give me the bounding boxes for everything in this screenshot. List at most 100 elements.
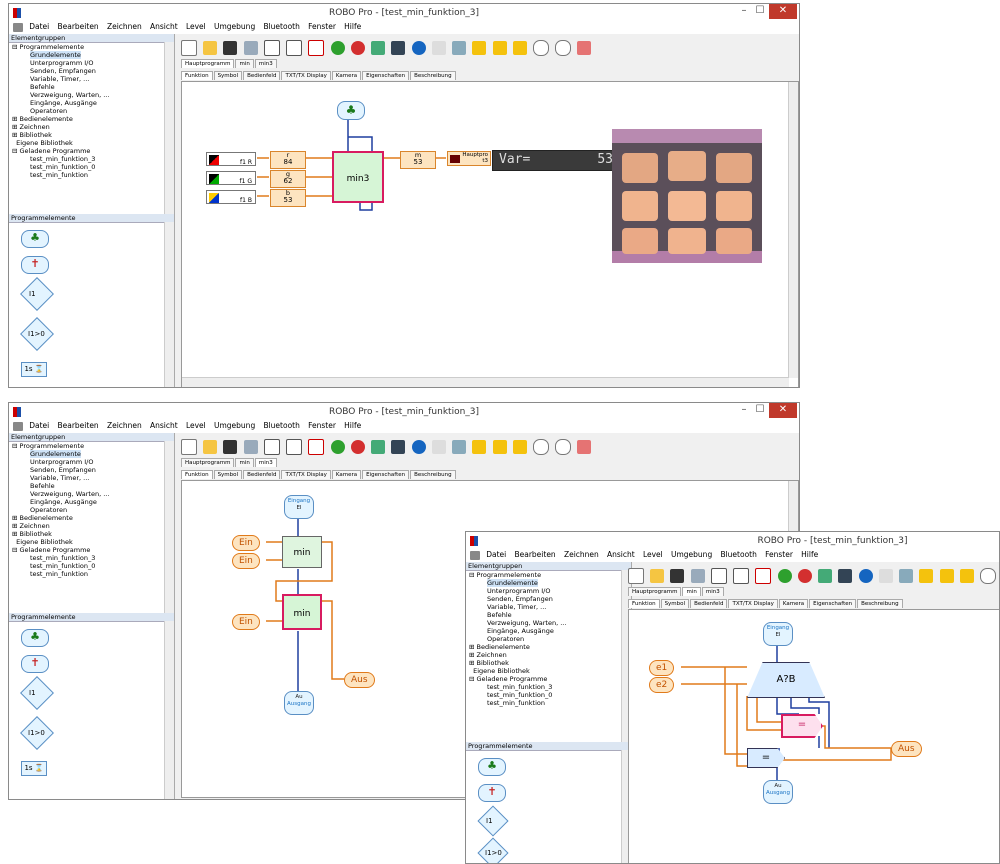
menu-bluetooth[interactable]: Bluetooth — [720, 550, 756, 559]
branch-element[interactable] — [477, 805, 509, 837]
tab-symbol[interactable]: Symbol — [213, 71, 243, 80]
stop-element[interactable]: ✝ — [478, 784, 506, 802]
tree-item[interactable]: ⊞ Zeichnen — [469, 651, 631, 659]
pause-icon[interactable] — [492, 41, 507, 55]
tree-item[interactable]: Befehle — [469, 611, 631, 619]
menu-umgebung[interactable]: Umgebung — [214, 22, 255, 31]
play-icon[interactable] — [472, 41, 487, 55]
delete-sub-icon[interactable] — [755, 568, 772, 584]
branch-element[interactable] — [20, 676, 54, 710]
bluetooth-icon[interactable] — [411, 41, 426, 55]
tab-funktion[interactable]: Funktion — [628, 599, 660, 608]
menu-bearbeiten[interactable]: Bearbeiten — [514, 550, 555, 559]
tree-item[interactable]: Eigene Bibliothek — [12, 538, 174, 546]
tree-item[interactable]: Operatoren — [12, 107, 174, 115]
tree-item[interactable]: Operatoren — [12, 506, 174, 514]
start-element[interactable]: ♣ — [478, 758, 506, 776]
tab-display[interactable]: TXT/TX Display — [281, 71, 331, 80]
sub-program-icon[interactable] — [263, 40, 280, 56]
tree-scrollbar[interactable] — [164, 42, 174, 214]
tree-item[interactable]: test_min_funktion — [12, 570, 174, 578]
tree-scrollbar[interactable] — [164, 441, 174, 613]
tab-funktion[interactable]: Funktion — [181, 470, 213, 479]
tab-beschreibung[interactable]: Beschreibung — [410, 71, 456, 80]
tab-symbol[interactable]: Symbol — [660, 599, 690, 608]
tree-item[interactable]: Operatoren — [469, 635, 631, 643]
tree-item[interactable]: Eingänge, Ausgänge — [12, 99, 174, 107]
tree-item[interactable]: Senden, Empfangen — [12, 466, 174, 474]
zoom-in-icon[interactable] — [532, 40, 549, 56]
equals-block[interactable]: = — [747, 748, 785, 768]
sub-program-icon[interactable] — [263, 439, 280, 455]
tree-item[interactable]: test_min_funktion — [12, 171, 174, 179]
zoom-in-icon[interactable] — [979, 568, 996, 584]
panel-icon[interactable] — [899, 569, 914, 583]
tab-min3[interactable]: min3 — [254, 59, 277, 68]
close-button[interactable]: ✕ — [769, 403, 797, 418]
zoom-out-icon[interactable] — [555, 40, 572, 56]
tree-item[interactable]: Eingänge, Ausgänge — [469, 627, 631, 635]
new-icon[interactable] — [181, 40, 197, 56]
save-icon[interactable] — [223, 440, 238, 454]
zoom-out-icon[interactable] — [555, 439, 572, 455]
tree-item[interactable]: ⊞ Zeichnen — [12, 123, 174, 131]
tree-item[interactable]: ⊟ Geladene Programme — [12, 546, 174, 554]
bluetooth-icon[interactable] — [858, 569, 873, 583]
com-usb-icon[interactable] — [878, 569, 893, 583]
zoom-in-icon[interactable] — [532, 439, 549, 455]
open-icon[interactable] — [203, 440, 218, 454]
com-usb-icon[interactable] — [431, 440, 446, 454]
tree-item[interactable]: ⊞ Bibliothek — [12, 131, 174, 139]
copy-sub-icon[interactable] — [733, 568, 750, 584]
tree-item[interactable]: Eigene Bibliothek — [12, 139, 174, 147]
tab-hauptprogramm[interactable]: Hauptprogramm — [628, 587, 682, 596]
tree-item[interactable]: Variable, Timer, ... — [12, 474, 174, 482]
tree-item[interactable]: test_min_funktion — [469, 699, 631, 707]
tree-item[interactable]: Unterprogramm I/O — [469, 587, 631, 595]
start-icon[interactable] — [330, 440, 345, 454]
minimize-button[interactable]: – — [737, 4, 751, 19]
delete-icon[interactable] — [577, 440, 592, 454]
tab-min3[interactable]: min3 — [254, 458, 277, 467]
camera-input-r[interactable]: f1 R — [206, 152, 256, 166]
menu-hilfe[interactable]: Hilfe — [344, 421, 361, 430]
menu-level[interactable]: Level — [186, 421, 206, 430]
ein-input-1[interactable]: Ein — [232, 535, 260, 551]
aus-output[interactable]: Aus — [891, 741, 922, 757]
sub-program-icon[interactable] — [710, 568, 727, 584]
maximize-button[interactable]: ☐ — [753, 4, 767, 19]
tab-funktion[interactable]: Funktion — [181, 71, 213, 80]
tab-bedienfeld[interactable]: Bedienfeld — [243, 71, 281, 80]
tree-item[interactable]: ⊞ Bedienelemente — [12, 514, 174, 522]
tree-item[interactable]: ⊞ Bedienelemente — [12, 115, 174, 123]
play-icon[interactable] — [919, 569, 934, 583]
download-icon[interactable] — [243, 440, 258, 454]
pause-icon[interactable] — [492, 440, 507, 454]
var-g[interactable]: g 62 — [270, 170, 306, 188]
menu-ansicht[interactable]: Ansicht — [607, 550, 635, 559]
pause-icon[interactable] — [939, 569, 954, 583]
wait-element[interactable]: 1s ⌛ — [21, 362, 47, 377]
menu-fenster[interactable]: Fenster — [308, 22, 336, 31]
menu-level[interactable]: Level — [186, 22, 206, 31]
tree-item[interactable]: test_min_funktion_3 — [469, 683, 631, 691]
new-icon[interactable] — [628, 568, 644, 584]
palette-scrollbar[interactable] — [164, 621, 174, 799]
step-icon[interactable] — [959, 569, 974, 583]
min-block-1[interactable]: min — [282, 536, 322, 568]
menu-zeichnen[interactable]: Zeichnen — [107, 421, 142, 430]
menu-datei[interactable]: Datei — [29, 421, 49, 430]
save-icon[interactable] — [670, 569, 685, 583]
copy-sub-icon[interactable] — [286, 40, 303, 56]
exit-block[interactable]: Au Ausgang — [284, 691, 314, 715]
wait-element[interactable]: 1s ⌛ — [21, 761, 47, 776]
open-icon[interactable] — [203, 41, 218, 55]
interface-icon[interactable] — [371, 440, 386, 454]
tab-display[interactable]: TXT/TX Display — [728, 599, 778, 608]
delete-icon[interactable] — [577, 41, 592, 55]
menu-level[interactable]: Level — [643, 550, 663, 559]
tree-item[interactable]: Grundelemente — [12, 51, 174, 59]
play-icon[interactable] — [472, 440, 487, 454]
entry-block[interactable]: Eingang EI — [284, 495, 314, 519]
tree-item[interactable]: Unterprogramm I/O — [12, 458, 174, 466]
